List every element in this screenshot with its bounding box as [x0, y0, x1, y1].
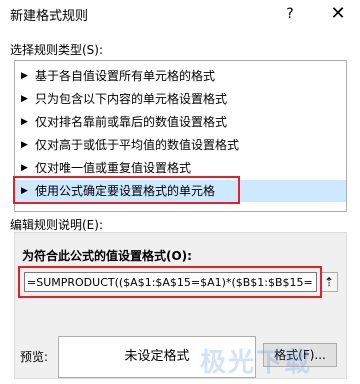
rule-type-item-contains[interactable]: ▶ 只为包含以下内容的单元格设置格式 — [15, 88, 346, 110]
rule-type-item-unique-duplicate[interactable]: ▶ 仅对唯一值或重复值设置格式 — [15, 157, 346, 179]
close-button[interactable]: ✕ — [322, 2, 354, 26]
triangle-right-icon: ▶ — [21, 163, 28, 173]
title-bar: 新建格式规则 ? ✕ — [0, 0, 360, 28]
formula-label: 为符合此公式的值设置格式(O): — [22, 249, 192, 263]
help-button[interactable]: ? — [280, 4, 300, 24]
rule-type-item-label: 使用公式确定要设置格式的单元格 — [35, 184, 216, 198]
new-format-rule-dialog: 新建格式规则 ? ✕ 选择规则类型(S): ▶ 基于各自值设置所有单元格的格式 ▶… — [0, 0, 360, 384]
format-button[interactable]: 格式(F)... — [263, 343, 337, 367]
rule-type-item-label: 仅对排名靠前或靠后的数值设置格式 — [35, 115, 228, 129]
rule-type-item-label: 只为包含以下内容的单元格设置格式 — [35, 92, 228, 106]
dialog-title: 新建格式规则 — [10, 9, 89, 24]
rule-type-item-label: 基于各自值设置所有单元格的格式 — [35, 69, 216, 83]
triangle-right-icon: ▶ — [21, 186, 28, 196]
rule-type-item-top-bottom[interactable]: ▶ 仅对排名靠前或靠后的数值设置格式 — [15, 111, 346, 133]
edit-section-label: 编辑规则说明(E): — [10, 218, 103, 232]
triangle-right-icon: ▶ — [21, 140, 28, 150]
rule-type-item-above-below-average[interactable]: ▶ 仅对高于或低于平均值的数值设置格式 — [15, 134, 346, 156]
rule-type-section-label: 选择规则类型(S): — [10, 43, 104, 57]
rule-type-item-use-formula[interactable]: ▶ 使用公式确定要设置格式的单元格 — [15, 180, 346, 202]
rule-type-item-label: 仅对唯一值或重复值设置格式 — [35, 161, 192, 175]
rule-type-item-all-cells[interactable]: ▶ 基于各自值设置所有单元格的格式 — [15, 65, 346, 87]
rule-type-item-label: 仅对高于或低于平均值的数值设置格式 — [35, 138, 240, 152]
triangle-right-icon: ▶ — [21, 71, 28, 81]
rule-type-list[interactable]: ▶ 基于各自值设置所有单元格的格式 ▶ 只为包含以下内容的单元格设置格式 ▶ 仅对排名… — [14, 60, 347, 212]
triangle-right-icon: ▶ — [21, 94, 28, 104]
triangle-right-icon: ▶ — [21, 117, 28, 127]
preview-box: 未设定格式 — [58, 336, 256, 378]
preview-label: 预览: — [20, 350, 49, 364]
collapse-dialog-icon[interactable]: ⇡ — [320, 272, 338, 292]
formula-input[interactable]: =SUMPRODUCT(($A$1:$A$15=$A1)*($B$1:$B$15… — [24, 272, 317, 292]
